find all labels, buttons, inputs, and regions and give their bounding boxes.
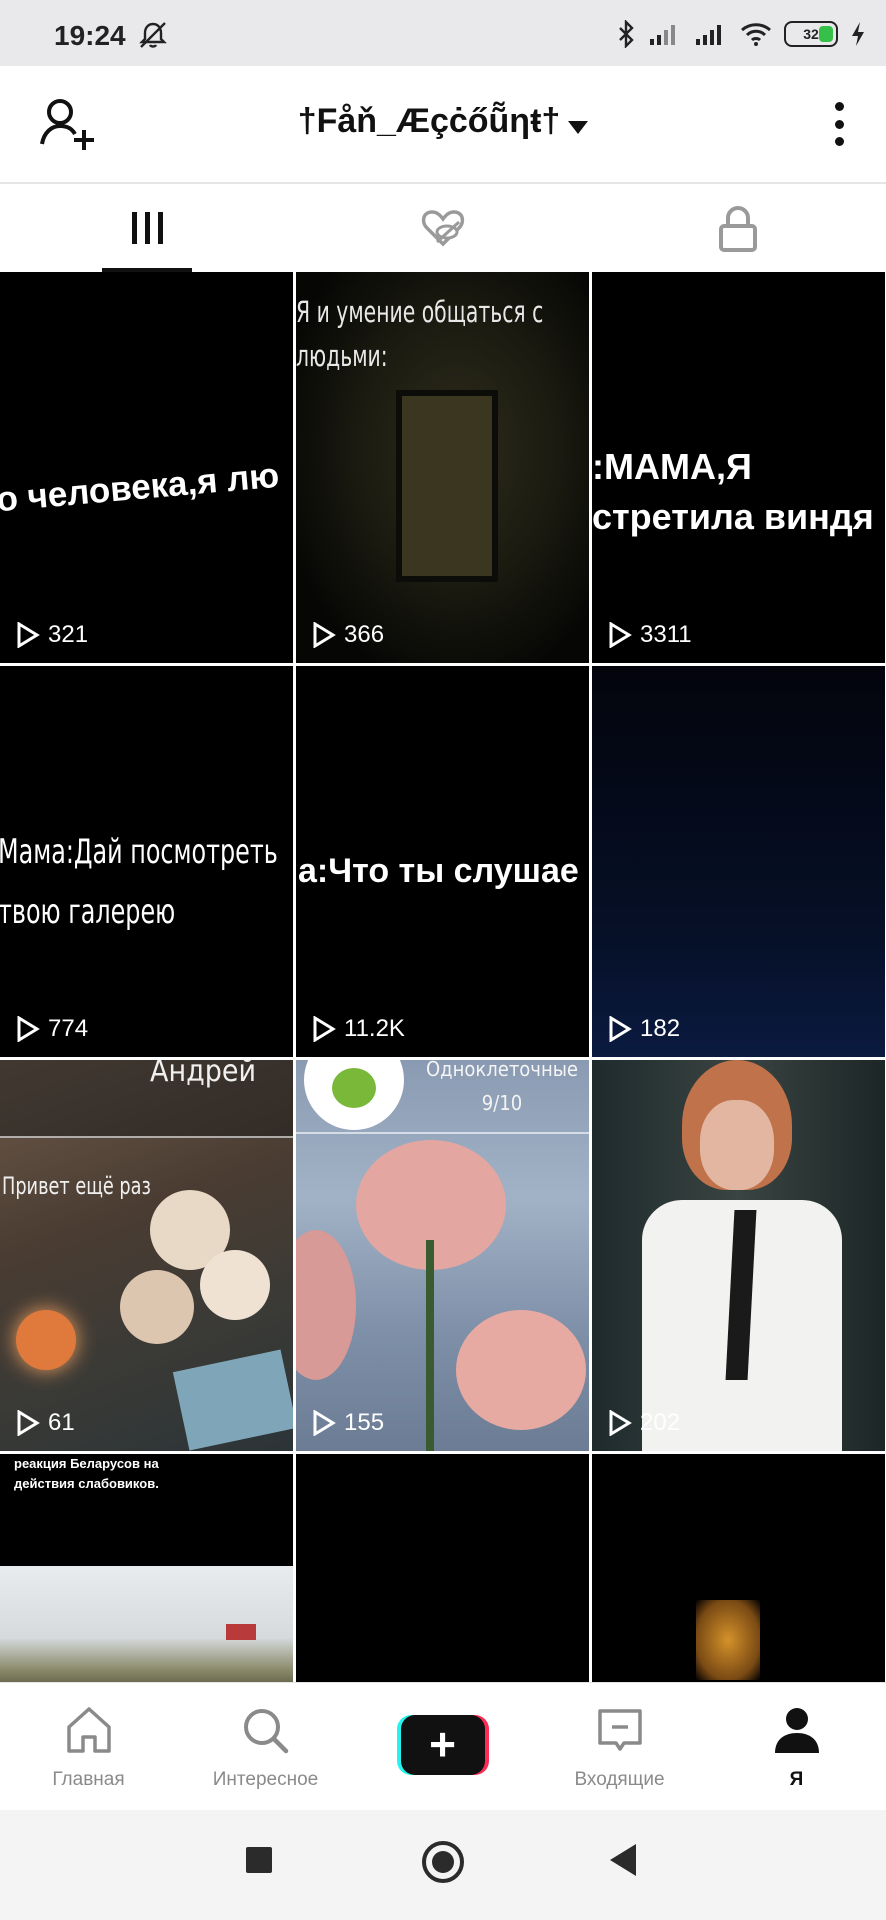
- play-icon: [313, 1016, 336, 1042]
- username[interactable]: †Fåň_Æçċőũ̃ƞŧ†: [298, 102, 561, 140]
- nav-home-label: Главная: [52, 1769, 125, 1790]
- video-thumbnail-door: [396, 390, 498, 582]
- nav-inbox-label: Входящие: [574, 1769, 665, 1790]
- status-bar: 19:24 32: [0, 0, 886, 66]
- view-count: 61: [16, 1409, 75, 1437]
- home-button[interactable]: [422, 1841, 464, 1883]
- nav-discover-label: Интересное: [212, 1769, 319, 1790]
- video-caption: Мама:Дай посмотреть твою галерею: [0, 832, 278, 932]
- nav-discover[interactable]: Интересное: [177, 1683, 354, 1811]
- view-count: 182: [608, 1015, 680, 1043]
- video-tile[interactable]: [296, 1454, 589, 1682]
- view-count: 3311: [608, 621, 692, 649]
- battery-icon: 32: [784, 21, 838, 47]
- more-vertical-icon[interactable]: [832, 102, 846, 146]
- tab-videos[interactable]: [0, 184, 295, 272]
- play-icon: [17, 622, 40, 648]
- play-icon: [17, 1016, 40, 1042]
- video-caption-secondary: Привет ещё раз: [2, 1172, 151, 1200]
- video-tile[interactable]: :МАМА,Я стретила виндя 3311: [592, 272, 885, 663]
- home-icon: [66, 1707, 111, 1753]
- nav-me-label: Я: [789, 1769, 804, 1790]
- inbox-icon: [597, 1709, 642, 1751]
- video-caption: реакция Беларусов на действия слабовиков…: [14, 1456, 159, 1491]
- back-button[interactable]: [610, 1844, 636, 1876]
- video-tile[interactable]: Одноклеточные 9/10 155: [296, 1060, 589, 1451]
- lock-icon: [718, 206, 757, 252]
- bottom-navigation: Главная Интересное + Входящие Я: [0, 1682, 886, 1811]
- play-icon: [609, 1016, 632, 1042]
- battery-level: 32: [803, 26, 819, 42]
- status-time: 19:24: [54, 20, 126, 51]
- video-caption: :МАМА,Я стретила виндя: [592, 446, 874, 537]
- profile-header: †Fåň_Æçċőũ̃ƞŧ†: [0, 66, 886, 184]
- video-tile[interactable]: [592, 1454, 885, 1682]
- nav-create[interactable]: +: [354, 1683, 531, 1811]
- video-caption: о человека,я лю: [0, 455, 281, 520]
- bell-off-icon: [139, 22, 167, 48]
- plus-icon: +: [400, 1715, 485, 1775]
- signal-icon: [696, 25, 721, 45]
- video-tile[interactable]: Андрей Привет ещё раз 61: [0, 1060, 293, 1451]
- play-icon: [17, 1410, 40, 1436]
- nav-me[interactable]: Я: [708, 1683, 885, 1811]
- video-tile[interactable]: реакция Беларусов на действия слабовиков…: [0, 1454, 293, 1682]
- video-tile[interactable]: 182: [592, 666, 885, 1057]
- view-count: 155: [312, 1409, 384, 1437]
- view-count: 366: [312, 621, 384, 649]
- nav-inbox[interactable]: Входящие: [531, 1683, 708, 1811]
- video-tile[interactable]: Мама:Дай посмотреть твою галерею 774: [0, 666, 293, 1057]
- play-icon: [313, 622, 336, 648]
- signal-icon: [650, 25, 675, 45]
- tab-private[interactable]: [590, 184, 885, 272]
- wifi-icon: [741, 23, 771, 46]
- tab-liked[interactable]: [295, 184, 590, 272]
- video-tile[interactable]: 202: [592, 1060, 885, 1451]
- chevron-down-icon[interactable]: [568, 121, 589, 135]
- search-icon: [243, 1709, 288, 1754]
- video-tile[interactable]: Я и умение общаться с людьми: 366: [296, 272, 589, 663]
- nav-home[interactable]: Главная: [0, 1683, 177, 1811]
- profile-tabs: [0, 184, 886, 272]
- recents-button[interactable]: [246, 1847, 272, 1873]
- play-icon: [609, 622, 632, 648]
- video-tile[interactable]: а:Что ты слушае 11.2K: [296, 666, 589, 1057]
- video-grid: о человека,я лю 321 Я и умение общаться …: [0, 272, 886, 1682]
- view-count: 321: [16, 621, 88, 649]
- create-video-button[interactable]: +: [396, 1715, 489, 1775]
- charging-icon: [852, 22, 864, 46]
- video-caption: Андрей: [150, 1060, 257, 1089]
- view-count: 774: [16, 1015, 88, 1043]
- heart-hidden-icon: [421, 210, 464, 247]
- account-switcher[interactable]: †Fåň_Æçċőũ̃ƞŧ†: [0, 102, 886, 141]
- video-tile[interactable]: о человека,я лю 321: [0, 272, 293, 663]
- profile-icon: [774, 1708, 819, 1753]
- play-icon: [609, 1410, 632, 1436]
- video-caption: Одноклеточные 9/10: [426, 1060, 578, 1115]
- video-caption: Я и умение общаться с людьми:: [296, 295, 544, 373]
- system-navigation-bar: [0, 1810, 886, 1920]
- bluetooth-icon: [619, 20, 634, 48]
- grid-icon: [129, 206, 163, 244]
- view-count: 11.2K: [312, 1015, 405, 1043]
- video-caption: а:Что ты слушае: [298, 852, 579, 890]
- view-count: 202: [608, 1409, 680, 1437]
- play-icon: [313, 1410, 336, 1436]
- status-icons: 32: [616, 18, 866, 50]
